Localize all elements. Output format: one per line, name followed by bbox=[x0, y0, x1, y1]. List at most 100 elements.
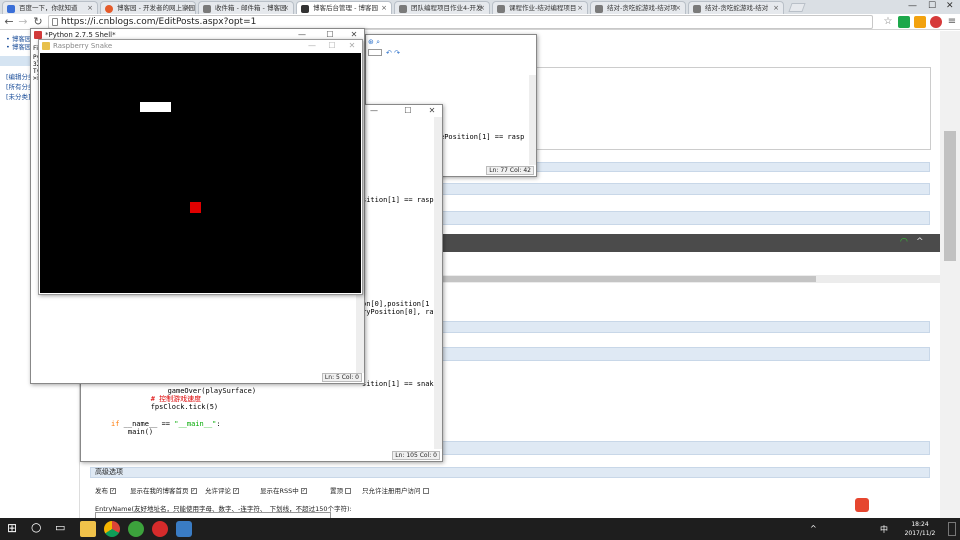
back-icon[interactable]: ← bbox=[2, 15, 16, 29]
option-show-homepage[interactable]: 显示在我的博客首页 ✓ bbox=[130, 485, 197, 495]
maximize-icon[interactable]: ☐ bbox=[325, 40, 339, 52]
scrollbar[interactable] bbox=[434, 117, 442, 449]
tab-close-icon[interactable]: × bbox=[675, 2, 681, 14]
file-explorer-icon[interactable] bbox=[80, 521, 96, 537]
minimize-icon[interactable]: — bbox=[305, 40, 319, 52]
page-favicon-icon bbox=[497, 5, 505, 13]
checkbox[interactable] bbox=[422, 488, 429, 494]
tab-close-icon[interactable]: × bbox=[87, 2, 93, 14]
minimize-icon[interactable]: — bbox=[367, 105, 381, 117]
tab-label: 结对-贪吃蛇游戏-结对 bbox=[705, 4, 769, 12]
address-bar[interactable]: https://i.cnblogs.com/EditPosts.aspx?opt… bbox=[48, 15, 873, 29]
cnblogs-favicon-icon bbox=[105, 5, 113, 13]
forward-icon[interactable]: → bbox=[16, 15, 30, 29]
chrome-menu-icon[interactable]: ≡ bbox=[946, 16, 958, 28]
game-canvas[interactable] bbox=[40, 53, 361, 293]
checkbox[interactable]: ✓ bbox=[300, 488, 307, 494]
extension-icon[interactable] bbox=[914, 16, 926, 28]
tab-close-icon[interactable]: × bbox=[577, 2, 583, 14]
close-icon[interactable]: ✕ bbox=[425, 105, 439, 117]
idle-app-icon bbox=[34, 31, 42, 39]
chevron-up-icon[interactable]: ^ bbox=[916, 237, 924, 247]
browser-minimize-icon[interactable]: — bbox=[908, 0, 917, 13]
option-pin-top[interactable]: 置顶 bbox=[330, 485, 351, 495]
code-fragment: sition[1] == rasp bbox=[362, 196, 434, 204]
new-tab-button[interactable] bbox=[788, 3, 806, 12]
page-favicon-icon bbox=[693, 5, 701, 13]
reload-icon[interactable]: ↻ bbox=[31, 15, 45, 29]
editor-toolbar-icons: ⊛ ⌕ bbox=[368, 38, 381, 46]
task-view-icon[interactable]: ▭ bbox=[55, 521, 65, 534]
chrome-icon[interactable] bbox=[104, 521, 120, 537]
tab-blog-admin[interactable]: 博客后台管理 - 博客园 × bbox=[296, 1, 392, 14]
browser-tab-strip: 百度一下，你就知道 × 博客园 - 开发者的网上家园 × 收件箱 - 邮件箱 -… bbox=[0, 0, 960, 14]
tab-close-icon[interactable]: × bbox=[381, 2, 387, 14]
option-publish[interactable]: 发布 ✓ bbox=[95, 485, 116, 495]
page-favicon-icon bbox=[301, 5, 309, 13]
code-line: ePosition[1] == rasp bbox=[440, 133, 525, 141]
tray-expand-icon[interactable]: ^ bbox=[810, 524, 817, 533]
tab-team-project[interactable]: 团队编程项目作业4-开发 × bbox=[394, 1, 490, 14]
tab-label: 百度一下，你就知道 bbox=[19, 4, 78, 12]
tab-label: 博客园 - 开发者的网上家园 bbox=[117, 4, 195, 12]
idle-taskbar-icon[interactable] bbox=[176, 521, 192, 537]
checkbox[interactable] bbox=[345, 488, 351, 494]
line-col-status: Ln: 77 Col: 42 bbox=[486, 166, 534, 175]
code-line: gameOver(playSurface) bbox=[117, 387, 257, 395]
code-line-if-main: if __name__ == "__main__": bbox=[111, 420, 221, 428]
option-show-rss[interactable]: 显示在RSS中 ✓ bbox=[260, 485, 307, 495]
clock-date[interactable]: 2017/11/2 bbox=[895, 530, 945, 537]
scrollbar[interactable] bbox=[529, 75, 536, 165]
extension-red-icon[interactable] bbox=[930, 16, 942, 28]
code-fragment: ryPosition[0], ra bbox=[362, 308, 434, 316]
browser-close-icon[interactable]: ✕ bbox=[946, 0, 954, 13]
option-label: 发布 bbox=[95, 487, 108, 495]
tab-baidu[interactable]: 百度一下，你就知道 × bbox=[2, 1, 98, 14]
ime-indicator[interactable]: 中 bbox=[880, 524, 888, 535]
360-browser-icon[interactable] bbox=[128, 521, 144, 537]
browser-maximize-icon[interactable]: ☐ bbox=[928, 0, 936, 13]
wifi-icon: ◠ bbox=[900, 237, 908, 247]
extension-shield-icon[interactable] bbox=[898, 16, 910, 28]
close-icon[interactable]: ✕ bbox=[345, 40, 359, 52]
weibo-icon[interactable] bbox=[152, 521, 168, 537]
tab-cnblogs-home[interactable]: 博客园 - 开发者的网上家园 × bbox=[100, 1, 196, 14]
checkbox[interactable]: ✓ bbox=[233, 488, 239, 494]
tab-close-icon[interactable]: × bbox=[283, 2, 289, 14]
code-line: main() bbox=[111, 428, 154, 436]
bookmark-star-icon[interactable]: ☆ bbox=[882, 16, 894, 28]
tab-close-icon[interactable]: × bbox=[185, 2, 191, 14]
notification-center-icon[interactable] bbox=[948, 522, 956, 536]
option-label: 只允许注册用户访问 bbox=[362, 487, 421, 495]
raspberry-food bbox=[190, 202, 201, 213]
clock-time[interactable]: 18:24 bbox=[900, 521, 940, 528]
maximize-icon[interactable]: ☐ bbox=[401, 105, 415, 117]
scrollbar-thumb[interactable] bbox=[436, 276, 816, 282]
checkbox[interactable]: ✓ bbox=[110, 488, 116, 494]
dropdown-control[interactable] bbox=[368, 49, 382, 56]
scrollbar-thumb[interactable] bbox=[944, 131, 956, 261]
window-title: *Python 2.7.5 Shell* bbox=[45, 31, 116, 39]
tab-inbox[interactable]: 收件箱 - 邮件箱 - 博客园 × bbox=[198, 1, 294, 14]
undo-redo-icons[interactable]: ↶ ↷ bbox=[386, 49, 400, 57]
tab-snake-2[interactable]: 结对-贪吃蛇游戏-结对 × bbox=[688, 1, 784, 14]
checkbox[interactable]: ✓ bbox=[190, 488, 197, 494]
vertical-scrollbar[interactable] bbox=[940, 31, 960, 518]
sogou-ime-icon[interactable] bbox=[855, 498, 869, 512]
tab-close-icon[interactable]: × bbox=[773, 2, 779, 14]
start-windows-icon[interactable]: ⊞ bbox=[7, 521, 17, 535]
line-col-status: Ln: 5 Col: 0 bbox=[321, 373, 362, 382]
search-icon[interactable]: ○ bbox=[31, 520, 41, 534]
uncategorized-link[interactable]: [未分类] bbox=[6, 91, 31, 101]
option-allow-comments[interactable]: 允许评论 ✓ bbox=[205, 485, 239, 495]
advanced-options-header[interactable]: 高级选项 bbox=[90, 467, 930, 478]
tab-snake-1[interactable]: 结对-贪吃蛇游戏-结对项 × bbox=[590, 1, 686, 14]
tab-label: 收件箱 - 邮件箱 - 博客园 bbox=[215, 4, 287, 12]
nav-link[interactable]: • 博客园 bbox=[6, 41, 31, 51]
tab-label: 结对-贪吃蛇游戏-结对项 bbox=[607, 4, 677, 12]
tab-close-icon[interactable]: × bbox=[479, 2, 485, 14]
option-label: 置顶 bbox=[330, 487, 343, 495]
tab-course-homework[interactable]: 课程作业-结对编程项目 × bbox=[492, 1, 588, 14]
option-registered-only[interactable]: 只允许注册用户访问 bbox=[362, 485, 429, 495]
option-label: 显示在RSS中 bbox=[260, 487, 299, 495]
